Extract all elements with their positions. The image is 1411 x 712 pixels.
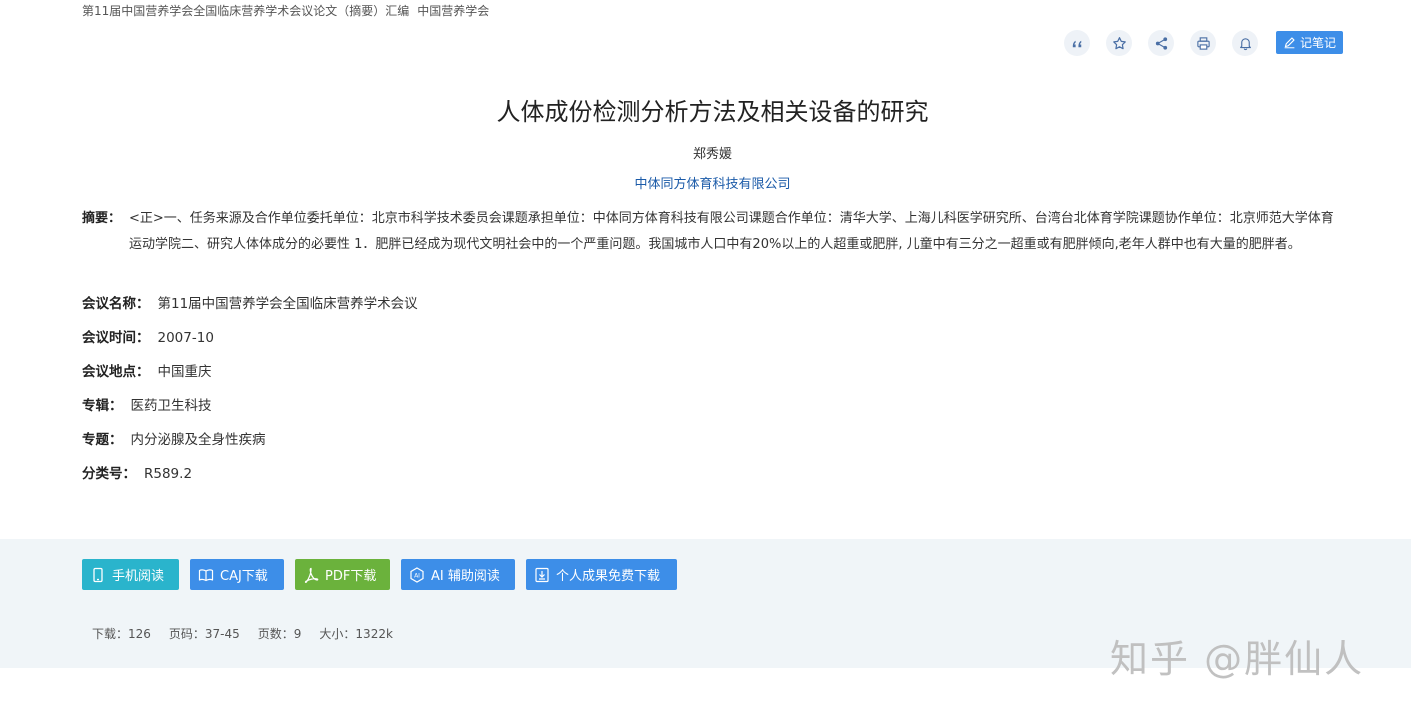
mobile-read-label: 手机阅读 <box>112 569 165 584</box>
meta-label: 分类号： <box>82 466 136 482</box>
meta-value: 内分泌腺及全身性疾病 <box>130 432 266 448</box>
download-count: 下载：126 <box>92 627 151 641</box>
meta-label: 会议地点： <box>82 364 150 380</box>
collection-link[interactable]: 第11届中国营养学会全国临床营养学术会议论文（摘要）汇编 <box>82 4 409 18</box>
print-button[interactable] <box>1190 30 1216 56</box>
meta-value: R589.2 <box>144 466 193 482</box>
mobile-read-button[interactable]: 手机阅读 <box>82 559 179 590</box>
meta-conference-name: 会议名称： 第11届中国营养学会全国临床营养学术会议 <box>82 292 418 312</box>
favorite-button[interactable] <box>1106 30 1132 56</box>
meta-conference-date: 会议时间： 2007-10 <box>82 326 214 346</box>
share-icon <box>1155 36 1167 50</box>
share-button[interactable] <box>1148 30 1174 56</box>
svg-text:AI: AI <box>414 572 420 579</box>
meta-value: 第11届中国营养学会全国临床营养学术会议 <box>157 296 418 312</box>
action-buttons: 手机阅读 CAJ下载 PDF下载 AI AI 辅助阅读 个人成果免费下载 <box>82 559 688 590</box>
meta-classification: 分类号： R589.2 <box>82 462 192 482</box>
affiliation-name[interactable]: 中体同方体育科技有限公司 <box>634 177 790 192</box>
author-link: 郑秀媛 <box>0 143 1411 162</box>
meta-label: 会议名称： <box>82 296 150 312</box>
personal-download-label: 个人成果免费下载 <box>556 569 661 584</box>
star-icon <box>1112 36 1126 49</box>
article-title: 人体成份检测分析方法及相关设备的研究 <box>496 98 929 126</box>
abstract: 摘要： <正>一、任务来源及合作单位委托单位：北京市科学技术委员会课题承担单位：… <box>82 206 1344 258</box>
caj-download-label: CAJ下载 <box>220 569 268 584</box>
cite-button[interactable] <box>1064 30 1090 56</box>
watermark: 知乎 @胖仙人 <box>1110 637 1365 681</box>
pdf-download-button[interactable]: PDF下载 <box>295 559 390 590</box>
abstract-label: 摘要： <box>82 211 122 226</box>
affiliation-link: 中体同方体育科技有限公司 <box>0 173 1411 192</box>
ai-read-label: AI 辅助阅读 <box>431 569 500 584</box>
ai-read-button[interactable]: AI AI 辅助阅读 <box>401 559 515 590</box>
author-name[interactable]: 郑秀媛 <box>693 147 732 162</box>
meta-topic: 专题： 内分泌腺及全身性疾病 <box>82 428 266 448</box>
page-range: 页码：37-45 <box>168 627 240 641</box>
download-icon <box>535 567 549 582</box>
meta-label: 会议时间： <box>82 330 150 346</box>
meta-value: 2007-10 <box>157 330 214 346</box>
toolbar <box>1064 30 1274 56</box>
abstract-text: <正>一、任务来源及合作单位委托单位：北京市科学技术委员会课题承担单位：中体同方… <box>129 211 1334 252</box>
subscribe-button[interactable] <box>1232 30 1258 56</box>
source-breadcrumb: 第11届中国营养学会全国临床营养学术会议论文（摘要）汇编 中国营养学会 <box>82 2 489 19</box>
meta-series: 专辑： 医药卫生科技 <box>82 394 212 414</box>
pdf-download-label: PDF下载 <box>325 569 377 584</box>
meta-label: 专题： <box>82 432 123 448</box>
meta-value: 中国重庆 <box>157 364 212 380</box>
ai-icon: AI <box>410 566 424 583</box>
pdf-icon <box>304 567 319 583</box>
book-icon <box>198 568 214 581</box>
take-note-label: 记笔记 <box>1299 36 1336 50</box>
phone-icon <box>93 567 103 582</box>
bell-icon <box>1239 37 1251 50</box>
file-size: 大小：1322k <box>319 627 393 641</box>
take-note-button[interactable]: 记笔记 <box>1276 31 1343 54</box>
printer-icon <box>1196 36 1210 50</box>
quote-icon <box>1072 40 1081 47</box>
pencil-icon <box>1284 37 1295 49</box>
meta-label: 专辑： <box>82 398 123 414</box>
personal-download-button[interactable]: 个人成果免费下载 <box>526 559 677 590</box>
page-count: 页数：9 <box>257 627 302 641</box>
file-stats: 下载：126 页码：37-45 页数：9 大小：1322k <box>92 625 411 642</box>
caj-download-button[interactable]: CAJ下载 <box>190 559 284 590</box>
organizer-link[interactable]: 中国营养学会 <box>417 4 489 18</box>
meta-conference-location: 会议地点： 中国重庆 <box>82 360 212 380</box>
meta-value: 医药卫生科技 <box>130 398 212 414</box>
